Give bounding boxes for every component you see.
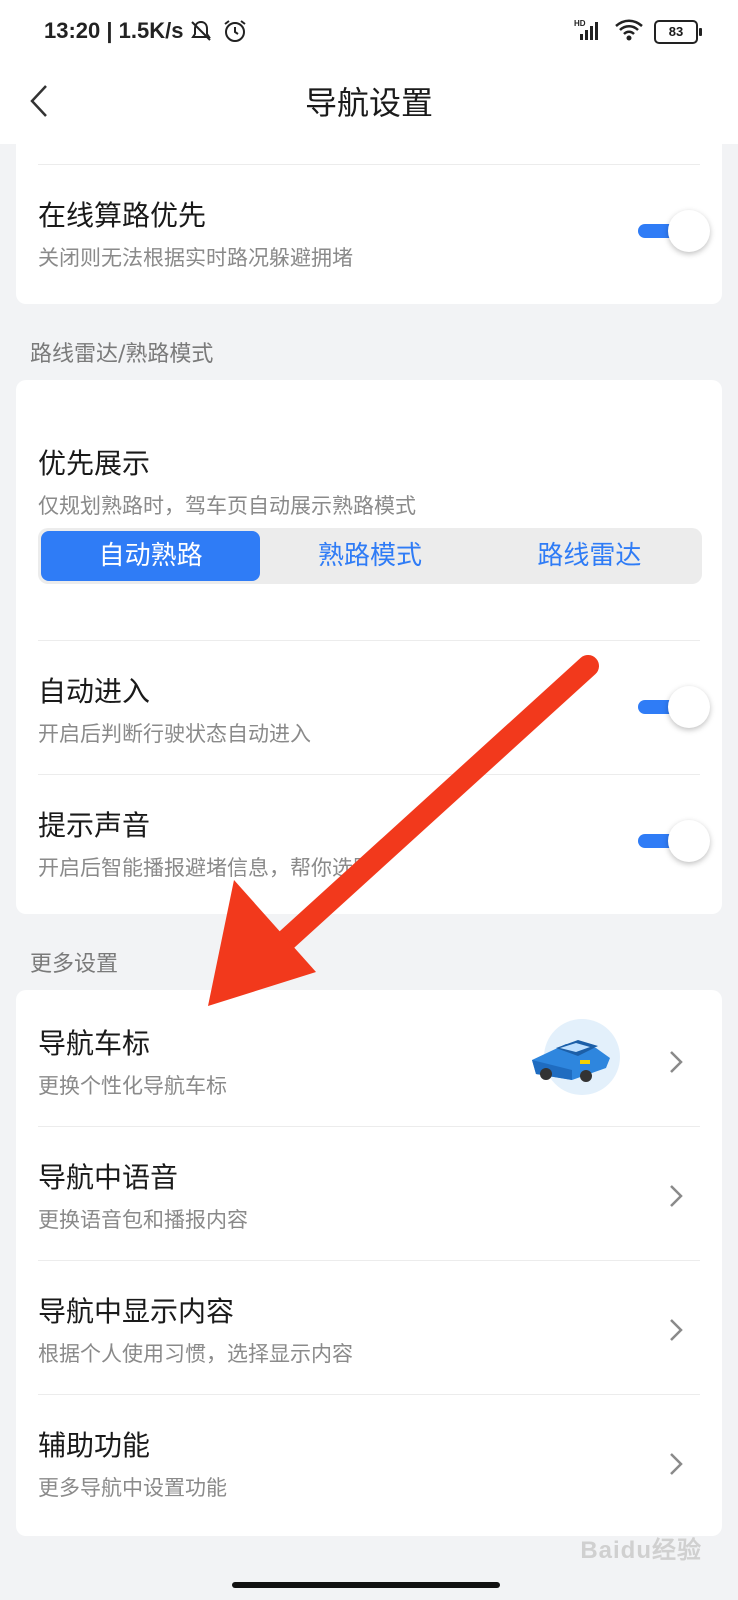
priority-row: 优先展示 仅规划熟路时，驾车页自动展示熟路模式 (38, 442, 700, 522)
status-bar: 13:20 | 1.5K/s HD 83 (0, 0, 738, 64)
sound-subtitle: 开启后智能播报避堵信息，帮你选路 (38, 856, 374, 880)
car-icon-row[interactable]: 导航车标 更换个性化导航车标 (38, 1019, 700, 1106)
accessibility-row[interactable]: 辅助功能 更多导航中设置功能 (38, 1424, 700, 1508)
divider (38, 1260, 700, 1261)
voice-title: 导航中语音 (38, 1161, 179, 1194)
alarm-icon (222, 18, 248, 48)
accessibility-subtitle: 更多导航中设置功能 (38, 1476, 227, 1500)
svg-text:HD: HD (574, 19, 586, 28)
mute-icon (188, 18, 214, 48)
segment-familiar-mode[interactable]: 熟路模式 (260, 531, 479, 581)
auto-enter-title: 自动进入 (38, 675, 151, 708)
priority-subtitle: 仅规划熟路时，驾车页自动展示熟路模式 (38, 494, 416, 518)
hd-signal-icon: HD (574, 18, 604, 46)
display-content-subtitle: 根据个人使用习惯，选择显示内容 (38, 1342, 353, 1366)
sound-row: 提示声音 开启后智能播报避堵信息，帮你选路 (38, 804, 710, 884)
page-title: 导航设置 (304, 84, 433, 122)
auto-enter-toggle[interactable] (638, 684, 710, 728)
display-content-row[interactable]: 导航中显示内容 根据个人使用习惯，选择显示内容 (38, 1290, 700, 1374)
car-icon-title: 导航车标 (38, 1027, 151, 1060)
home-indicator[interactable] (232, 1582, 500, 1588)
online-route-subtitle: 关闭则无法根据实时路况躲避拥堵 (38, 246, 353, 270)
baidu-watermark: Baidu经验 (580, 1537, 702, 1564)
car-icon-subtitle: 更换个性化导航车标 (38, 1074, 227, 1098)
sound-toggle[interactable] (638, 818, 710, 862)
chevron-right-icon (670, 1319, 683, 1341)
route-radar-section-label: 路线雷达/熟路模式 (30, 342, 214, 367)
divider (38, 640, 700, 641)
chevron-right-icon (670, 1185, 683, 1207)
online-route-title: 在线算路优先 (38, 199, 207, 232)
display-content-title: 导航中显示内容 (38, 1295, 235, 1328)
wifi-icon (614, 18, 644, 46)
online-route-toggle[interactable] (638, 208, 710, 252)
more-settings-card: 导航车标 更换个性化导航车标 导航中语音 更换语音包和播报内容 导航中显示内容 … (16, 990, 722, 1536)
priority-title: 优先展示 (38, 447, 151, 480)
divider (38, 164, 700, 165)
chevron-right-icon (670, 1453, 683, 1475)
chevron-right-icon (670, 1051, 683, 1073)
voice-subtitle: 更换语音包和播报内容 (38, 1208, 248, 1232)
car-avatar-icon (526, 1018, 622, 1096)
voice-row[interactable]: 导航中语音 更换语音包和播报内容 (38, 1156, 700, 1240)
online-route-card: 在线算路优先 关闭则无法根据实时路况躲避拥堵 (16, 144, 722, 304)
battery-icon: 83 (654, 20, 702, 44)
divider (38, 1126, 700, 1127)
divider (38, 1394, 700, 1395)
auto-enter-subtitle: 开启后判断行驶状态自动进入 (38, 722, 311, 746)
priority-segmented-control: 自动熟路 熟路模式 路线雷达 (38, 528, 702, 584)
segment-route-radar[interactable]: 路线雷达 (480, 531, 699, 581)
route-radar-card: 优先展示 仅规划熟路时，驾车页自动展示熟路模式 自动熟路 熟路模式 路线雷达 自… (16, 380, 722, 914)
auto-enter-row: 自动进入 开启后判断行驶状态自动进入 (38, 670, 710, 750)
divider (38, 774, 700, 775)
nav-header: 导航设置 (0, 64, 738, 144)
online-route-row: 在线算路优先 关闭则无法根据实时路况躲避拥堵 (38, 194, 710, 274)
accessibility-title: 辅助功能 (38, 1429, 151, 1462)
more-settings-section-label: 更多设置 (30, 952, 119, 977)
status-time: 13:20 | 1.5K/s (44, 18, 184, 43)
sound-title: 提示声音 (38, 809, 151, 842)
segment-auto-familiar[interactable]: 自动熟路 (41, 531, 261, 581)
